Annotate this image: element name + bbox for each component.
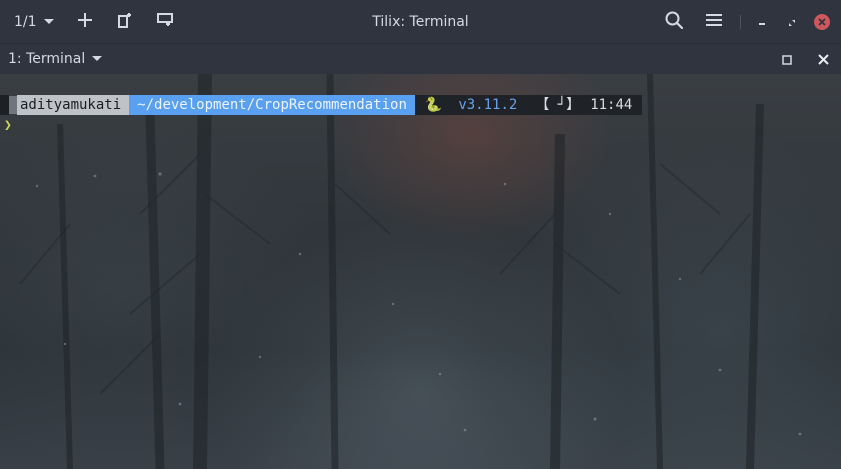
terminal-title-button[interactable]: 1: Terminal	[0, 44, 103, 74]
prompt-line: adityamukati ~/development/CropRecommend…	[0, 95, 643, 115]
prompt-chevron: ❯	[4, 118, 12, 133]
chevron-down-icon	[91, 51, 103, 67]
minimize-button[interactable]	[747, 0, 777, 43]
terminal-title-bar: 1: Terminal	[0, 43, 841, 74]
restore-icon	[788, 12, 796, 31]
terminal-close-button[interactable]	[805, 44, 841, 74]
prompt-user-segment: adityamukati	[17, 95, 130, 115]
prompt-bracket: 【 ┘】	[535, 97, 581, 113]
add-terminal-button[interactable]	[65, 0, 105, 43]
python-icon: 🐍	[424, 97, 443, 113]
terminal-area[interactable]: adityamukati ~/development/CropRecommend…	[0, 74, 841, 469]
terminal-controls	[769, 44, 841, 74]
header-left-group: 1/1	[0, 0, 185, 43]
chevron-down-icon	[43, 14, 55, 30]
header-right-group	[654, 0, 841, 43]
split-right-icon	[117, 12, 132, 32]
terminal-title: 1: Terminal	[8, 51, 86, 67]
window-close-button[interactable]	[807, 0, 837, 43]
header-bar: 1/1 Tilix: Terminal	[0, 0, 841, 43]
search-icon	[665, 11, 684, 33]
prompt-status-segment: 🐍 v3.11.2 【 ┘】 11:44	[414, 95, 643, 115]
prompt-left-edge-inner	[9, 96, 17, 114]
split-down-icon	[156, 12, 173, 31]
session-count: 1/1	[14, 13, 37, 30]
terminal-maximize-button[interactable]	[769, 44, 805, 74]
menu-button[interactable]	[694, 0, 734, 43]
add-terminal-right-button[interactable]	[105, 0, 145, 43]
prompt-left-edge	[0, 95, 9, 115]
session-switcher-button[interactable]: 1/1	[0, 0, 65, 43]
plus-icon	[77, 12, 92, 31]
maximize-icon	[782, 50, 792, 69]
python-version: v3.11.2	[458, 97, 518, 113]
header-separator	[740, 14, 741, 29]
wallpaper-forest	[19, 74, 802, 469]
add-terminal-down-button[interactable]	[145, 0, 185, 43]
tilix-window: 1/1 Tilix: Terminal 1: Terminal adityamu…	[0, 0, 841, 469]
close-icon	[814, 13, 830, 30]
restore-button[interactable]	[777, 0, 807, 43]
minimize-icon	[758, 12, 766, 31]
hamburger-menu-icon	[706, 12, 722, 31]
close-icon	[817, 50, 829, 69]
prompt-path-segment: ~/development/CropRecommendation	[129, 95, 415, 115]
search-button[interactable]	[654, 0, 694, 43]
prompt-time: 11:44	[590, 97, 633, 113]
